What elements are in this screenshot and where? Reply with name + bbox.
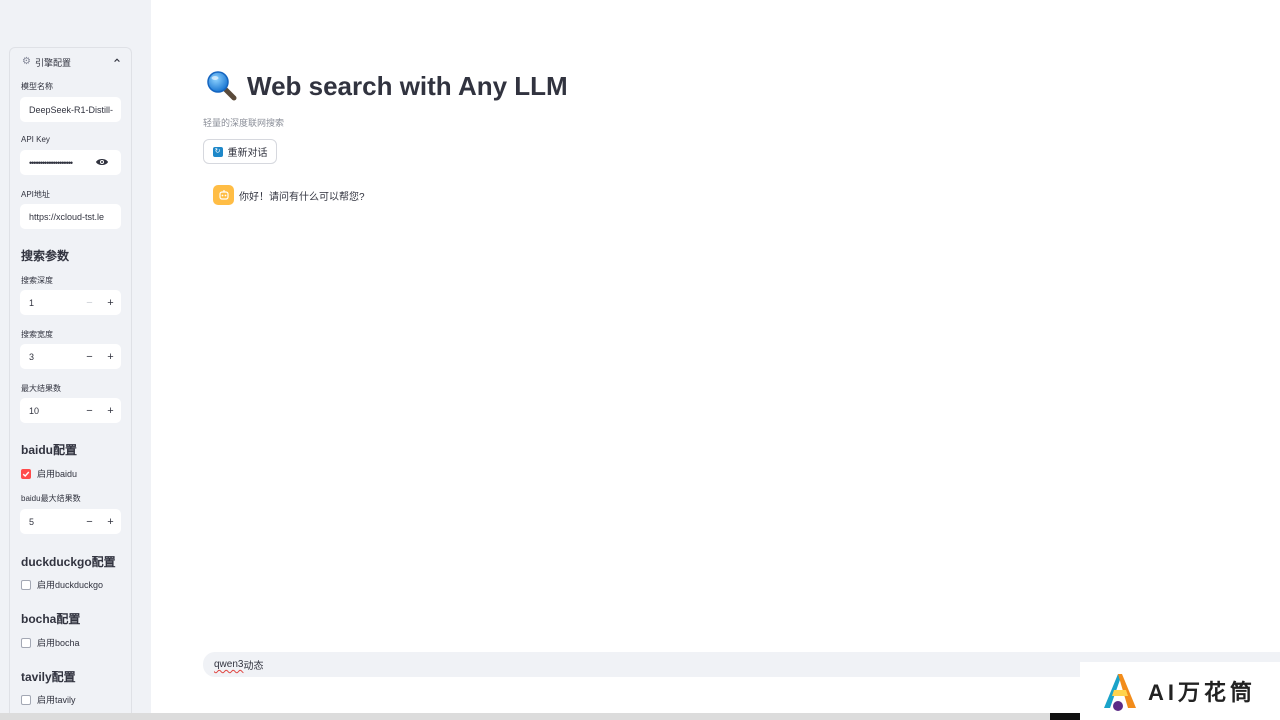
search-breadth-label: 搜索宽度: [21, 330, 53, 339]
magnifying-glass-icon: [207, 71, 237, 101]
max-results-stepper[interactable]: 10 − +: [20, 398, 121, 423]
api-key-label: API Key: [21, 135, 50, 144]
enable-bocha-checkbox[interactable]: 启用bocha: [21, 636, 80, 649]
baidu-max-decrement-button[interactable]: −: [79, 509, 100, 534]
bocha-config-heading: bocha配置: [21, 612, 81, 626]
enable-duckduckgo-checkbox[interactable]: 启用duckduckgo: [21, 578, 103, 591]
search-depth-stepper[interactable]: 1 − +: [20, 290, 121, 315]
model-name-label: 模型名称: [21, 82, 53, 91]
enable-duckduckgo-label: 启用duckduckgo: [37, 580, 104, 590]
enable-baidu-label: 启用baidu: [37, 469, 78, 479]
baidu-config-heading: baidu配置: [21, 443, 77, 457]
api-url-label: API地址: [21, 190, 50, 199]
api-url-value: https://xcloud-tst.le: [29, 211, 105, 222]
max-results-decrement-button[interactable]: −: [79, 398, 100, 423]
eye-icon[interactable]: [95, 157, 109, 167]
assistant-message-text: 你好！请问有什么可以帮您?: [239, 191, 365, 203]
chat-input-misspelled-word: qwen3: [214, 659, 244, 670]
watermark-logo: AI万花筒: [1080, 662, 1280, 720]
baidu-max-increment-button[interactable]: +: [100, 509, 121, 534]
page-title-text: Web search with Any LLM: [247, 70, 568, 101]
search-params-heading: 搜索参数: [21, 249, 70, 263]
search-breadth-decrement-button[interactable]: −: [79, 344, 100, 369]
search-depth-decrement-button[interactable]: −: [79, 290, 100, 315]
taskbar-strip: [0, 713, 1080, 720]
page-title: Web search with Any LLM: [206, 70, 568, 102]
enable-tavily-checkbox[interactable]: 启用tavily: [21, 693, 76, 706]
api-key-value: ••••••••••••••••••••: [29, 157, 73, 168]
assistant-avatar-icon: [213, 185, 234, 205]
engine-config-panel: ⚙ 引擎配置 模型名称 DeepSeek-R1-Distill- API Key…: [9, 47, 132, 720]
gear-icon: ⚙: [22, 56, 31, 67]
search-depth-label: 搜索深度: [21, 276, 53, 285]
search-breadth-increment-button[interactable]: +: [100, 344, 121, 369]
baidu-max-results-stepper[interactable]: 5 − +: [20, 509, 121, 534]
engine-config-expander[interactable]: ⚙ 引擎配置: [10, 48, 131, 76]
engine-config-title: 引擎配置: [34, 57, 71, 68]
tavily-config-heading: tavily配置: [21, 670, 76, 684]
kaleidoscope-logo-icon: [1104, 674, 1136, 711]
new-chat-button[interactable]: ↻ 重新对话: [203, 139, 277, 164]
assistant-message: 你好！请问有什么可以帮您?: [213, 185, 365, 205]
model-name-input[interactable]: DeepSeek-R1-Distill-: [20, 97, 121, 122]
chat-input-text: 动态: [243, 661, 264, 672]
enable-tavily-label: 启用tavily: [37, 695, 76, 705]
chevron-up-icon: [114, 58, 120, 62]
search-breadth-stepper[interactable]: 3 − +: [20, 344, 121, 369]
search-depth-increment-button[interactable]: +: [100, 290, 121, 315]
max-results-label: 最大结果数: [21, 384, 61, 393]
refresh-icon: ↻: [212, 146, 223, 157]
sidebar: ⚙ 引擎配置 模型名称 DeepSeek-R1-Distill- API Key…: [0, 0, 151, 720]
checkbox-unchecked-icon: [21, 694, 31, 705]
enable-bocha-label: 启用bocha: [37, 638, 80, 648]
checkbox-unchecked-icon: [21, 579, 31, 590]
enable-baidu-checkbox[interactable]: 启用baidu: [21, 467, 77, 480]
api-url-input[interactable]: https://xcloud-tst.le: [20, 204, 121, 229]
max-results-increment-button[interactable]: +: [100, 398, 121, 423]
checkbox-unchecked-icon: [21, 637, 31, 648]
watermark-text: AI万花筒: [1148, 680, 1257, 705]
page-subtitle: 轻量的深度联网搜索: [203, 118, 285, 128]
model-name-value: DeepSeek-R1-Distill-: [29, 104, 114, 115]
taskbar-dark-segment: [1050, 713, 1080, 720]
checkbox-checked-icon: [21, 468, 31, 479]
api-key-input[interactable]: ••••••••••••••••••••: [20, 150, 121, 175]
duckduckgo-config-heading: duckduckgo配置: [21, 555, 116, 569]
new-chat-label: 重新对话: [227, 148, 268, 159]
baidu-max-results-label: baidu最大结果数: [21, 494, 81, 503]
